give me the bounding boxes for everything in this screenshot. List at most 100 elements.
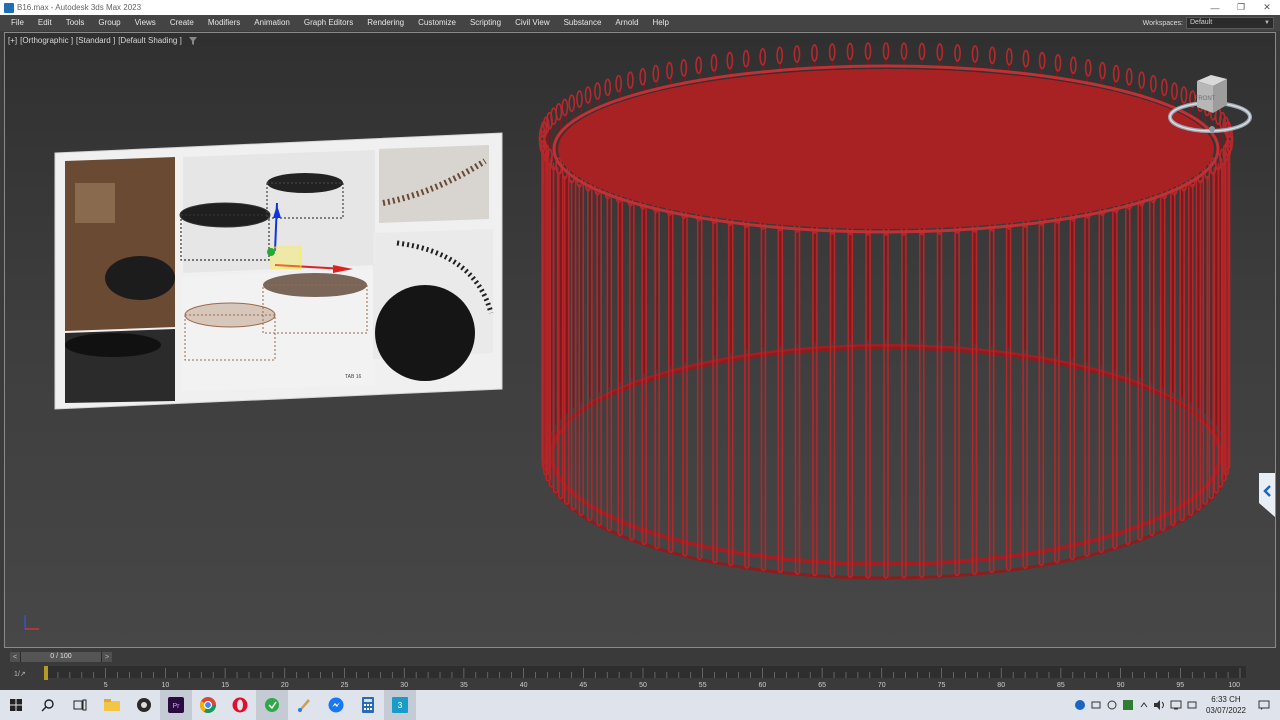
timeline-track[interactable]: 5 10 15 20 25 30 35 40 45 50 55 60 65 70 75 80 85 90 95 100 xyxy=(44,666,1246,688)
window-controls: — ❐ ✕ xyxy=(1202,0,1280,15)
language-icon[interactable] xyxy=(1184,697,1200,713)
filter-icon[interactable] xyxy=(188,36,197,45)
timeline-tick-label: 10 xyxy=(162,682,170,688)
top-loop xyxy=(666,61,673,80)
chrome-icon[interactable] xyxy=(192,690,224,720)
viewport-orthographic[interactable]: TAB 16 [+] [Orthographic ] [Standard ] [ xyxy=(4,32,1276,648)
3dsmax-icon[interactable]: 3 xyxy=(384,690,416,720)
menu-civil-view[interactable]: Civil View xyxy=(508,15,557,31)
top-loop xyxy=(1022,49,1030,68)
timeline-tick-label: 40 xyxy=(520,682,528,688)
menu-scripting[interactable]: Scripting xyxy=(463,15,508,31)
sync-tray-icon[interactable] xyxy=(1104,697,1120,713)
top-loop xyxy=(936,43,944,61)
top-loop xyxy=(742,49,750,68)
timeline-tick-label: 50 xyxy=(639,682,647,688)
top-loop xyxy=(555,103,563,121)
time-slider-handle[interactable]: 0 / 100 xyxy=(21,652,101,662)
top-loop xyxy=(988,46,996,65)
top-loop xyxy=(695,56,703,74)
menu-rendering[interactable]: Rendering xyxy=(360,15,411,31)
wire-table-model[interactable] xyxy=(538,42,1234,580)
viewport-menu-plus[interactable]: [+] xyxy=(8,36,17,45)
menu-substance[interactable]: Substance xyxy=(557,15,609,31)
pen-tray-icon[interactable] xyxy=(1088,697,1104,713)
notification-icon[interactable] xyxy=(1256,697,1272,713)
workspaces-value: Default xyxy=(1190,19,1213,26)
top-loop xyxy=(710,53,718,72)
menu-arnold[interactable]: Arnold xyxy=(608,15,645,31)
timeline-tick-label: 5 xyxy=(104,682,108,688)
menu-file[interactable]: File xyxy=(0,15,31,31)
viewport-point-of-view[interactable]: [Orthographic ] xyxy=(20,36,73,45)
reference-image-plane[interactable]: TAB 16 xyxy=(54,132,503,410)
workspaces-dropdown[interactable]: Default ▼ xyxy=(1186,17,1274,29)
window-title: B16.max - Autodesk 3ds Max 2023 xyxy=(17,3,142,12)
prev-frame-button[interactable]: < xyxy=(10,652,20,662)
top-loop xyxy=(828,43,836,61)
menu-modifiers[interactable]: Modifiers xyxy=(201,15,247,31)
top-loop xyxy=(1149,74,1157,93)
menu-create[interactable]: Create xyxy=(163,15,201,31)
task-view-icon[interactable] xyxy=(64,690,96,720)
menu-tools[interactable]: Tools xyxy=(59,15,92,31)
minimize-button[interactable]: — xyxy=(1202,0,1228,15)
viewcube[interactable]: FRONT xyxy=(1165,73,1255,135)
taskbar-clock[interactable]: 6:33 CH 03/07/2022 xyxy=(1206,694,1246,716)
expand-panel-icon[interactable] xyxy=(1259,473,1275,517)
nvidia-tray-icon[interactable] xyxy=(1120,697,1136,713)
time-slider[interactable]: < 0 / 100 > xyxy=(10,652,112,662)
timeline-tick-label: 20 xyxy=(281,682,289,688)
calculator-icon[interactable] xyxy=(352,690,384,720)
zalo-tray-icon[interactable] xyxy=(1072,697,1088,713)
messenger-icon[interactable] xyxy=(320,690,352,720)
menu-edit[interactable]: Edit xyxy=(31,15,59,31)
viewport-standard[interactable]: [Standard ] xyxy=(76,36,115,45)
menu-animation[interactable]: Animation xyxy=(247,15,297,31)
top-loop xyxy=(864,42,872,60)
top-loop xyxy=(1005,48,1013,66)
top-loop xyxy=(1084,59,1092,77)
timeline-panel: < 0 / 100 > 1/↗ 5 10 15 20 25 30 35 40 45 50 55 60 6… xyxy=(0,648,1280,690)
timeline-tick-label: 95 xyxy=(1176,682,1184,688)
workspaces-label: Workspaces: xyxy=(1142,19,1183,27)
menu-help[interactable]: Help xyxy=(646,15,676,31)
app-window: B16.max - Autodesk 3ds Max 2023 — ❐ ✕ Fi… xyxy=(0,0,1280,720)
menu-customize[interactable]: Customize xyxy=(411,15,463,31)
top-loop xyxy=(604,78,612,97)
timeline-tick-label: 85 xyxy=(1057,682,1065,688)
close-button[interactable]: ✕ xyxy=(1254,0,1280,15)
top-loop xyxy=(626,71,634,89)
time-marker[interactable] xyxy=(44,666,48,680)
network-icon[interactable] xyxy=(1168,697,1184,713)
mini-curve-editor-icon[interactable]: 1/↗ xyxy=(14,670,26,678)
restore-button[interactable]: ❐ xyxy=(1228,0,1254,15)
top-loop xyxy=(680,59,688,77)
zalo-icon[interactable] xyxy=(256,690,288,720)
top-loop xyxy=(1138,71,1146,89)
file-explorer-icon[interactable] xyxy=(96,690,128,720)
windows-start-icon[interactable] xyxy=(0,690,32,720)
menu-group[interactable]: Group xyxy=(91,15,127,31)
volume-icon[interactable] xyxy=(1152,697,1168,713)
timeline-tick-label: 45 xyxy=(579,682,587,688)
chevron-up-icon[interactable] xyxy=(1136,697,1152,713)
svg-text:Pr: Pr xyxy=(173,703,181,710)
title-bar: B16.max - Autodesk 3ds Max 2023 — ❐ ✕ xyxy=(0,0,1280,15)
reference-image-text: TAB 16 xyxy=(345,374,362,380)
search-icon[interactable] xyxy=(32,690,64,720)
next-frame-button[interactable]: > xyxy=(102,652,112,662)
menu-graph-editors[interactable]: Graph Editors xyxy=(297,15,360,31)
top-loop xyxy=(1038,51,1046,70)
timeline-tick-label: 75 xyxy=(938,682,946,688)
premiere-icon[interactable]: Pr xyxy=(160,690,192,720)
viewport-shading[interactable]: [Default Shading ] xyxy=(118,36,182,45)
svg-text:3: 3 xyxy=(398,701,403,710)
opera-icon[interactable] xyxy=(224,690,256,720)
obs-icon[interactable] xyxy=(128,690,160,720)
clock-time: 6:33 CH xyxy=(1211,695,1241,704)
menu-views[interactable]: Views xyxy=(128,15,163,31)
timeline-tick-label: 80 xyxy=(997,682,1005,688)
paint-icon[interactable] xyxy=(288,690,320,720)
top-loop xyxy=(811,44,818,62)
